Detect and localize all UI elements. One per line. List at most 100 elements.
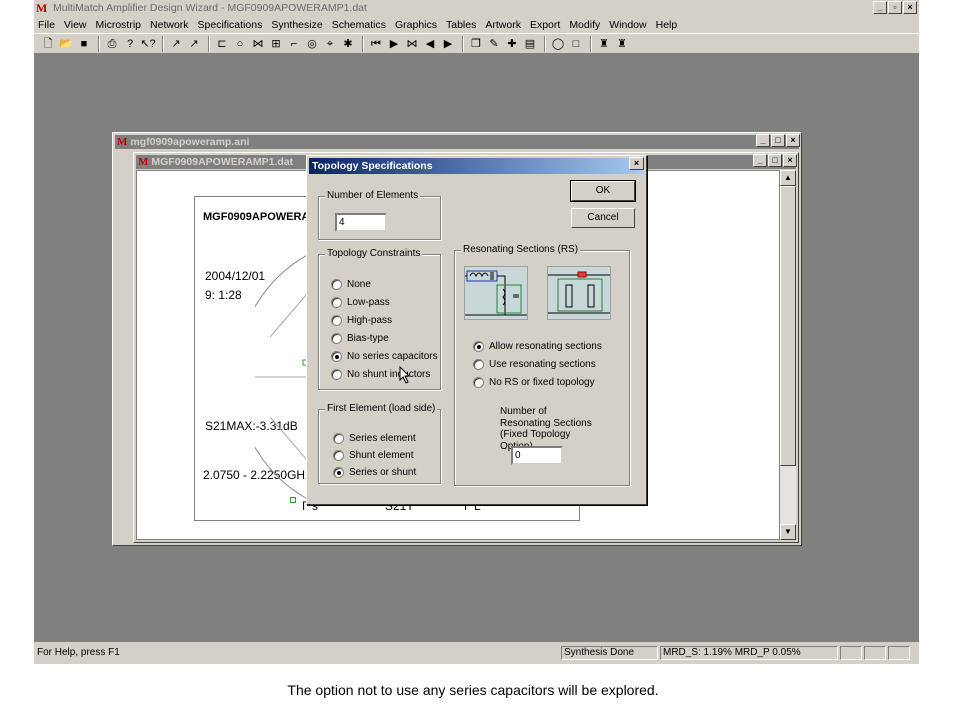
option-label: No shunt inductors (347, 369, 431, 380)
menu-help[interactable]: Help (656, 19, 678, 31)
maximize-button[interactable]: □ (768, 154, 782, 167)
menu-graphics[interactable]: Graphics (395, 19, 437, 31)
constraint-bias-type-radio[interactable]: Bias-type (331, 333, 389, 344)
fit-icon[interactable]: ⌖ (322, 36, 338, 52)
tune-icon[interactable]: ✱ (340, 36, 356, 52)
shunt-resonator-diagram-icon (547, 266, 611, 320)
option-label: Shunt element (349, 450, 414, 461)
status-pane (840, 646, 862, 660)
bowtie-icon[interactable]: ⋈ (404, 36, 420, 52)
use-resonating-sections-radio[interactable]: Use resonating sections (473, 359, 596, 370)
table-icon[interactable]: ▤ (522, 36, 538, 52)
close-button[interactable]: × (903, 1, 917, 14)
dialog-close-button[interactable]: × (629, 157, 644, 170)
scroll-down-icon[interactable]: ▼ (780, 524, 796, 540)
help-icon[interactable]: ? (122, 36, 138, 52)
minimize-button[interactable]: _ (873, 1, 887, 14)
option-label: Series element (349, 433, 416, 444)
maximize-button[interactable]: □ (771, 134, 785, 147)
context-help-icon[interactable]: ↖? (140, 36, 156, 52)
tool-b-icon[interactable]: ♜ (614, 36, 630, 52)
radio-indicator (473, 341, 484, 352)
vertical-scrollbar[interactable]: ▲ ▼ (780, 170, 796, 540)
option-label: Use resonating sections (489, 359, 596, 370)
menu-view[interactable]: View (64, 19, 87, 31)
first-series-element-radio[interactable]: Series element (333, 433, 416, 444)
first-series-or-shunt-radio[interactable]: Series or shunt (333, 467, 416, 478)
first-element-group: First Element (load side) Series element… (318, 403, 441, 484)
constraint-low-pass-radio[interactable]: Low-pass (331, 297, 390, 308)
circle-icon[interactable]: ○ (232, 36, 248, 52)
constraint-none-radio[interactable]: None (331, 279, 371, 290)
number-of-elements-input[interactable] (335, 213, 387, 232)
open-icon[interactable]: 📂 (58, 36, 74, 52)
ring-icon[interactable]: ◯ (550, 36, 566, 52)
menu-file[interactable]: File (38, 19, 55, 31)
radio-indicator (331, 351, 342, 362)
status-pane (864, 646, 886, 660)
dialog-title-bar[interactable]: Topology Specifications (309, 158, 644, 174)
resonating-count-input[interactable] (511, 446, 563, 465)
option-label: No RS or fixed topology (489, 377, 595, 388)
tree-icon[interactable]: ⊞ (268, 36, 284, 52)
scroll-up-icon[interactable]: ▲ (780, 170, 796, 186)
target-icon[interactable]: ◎ (304, 36, 320, 52)
first-shunt-element-radio[interactable]: Shunt element (333, 450, 414, 461)
status-metrics: MRD_S: 1.19% MRD_P 0.05% (660, 646, 838, 660)
resonating-sections-group: Resonating Sections (RS) Allow resonatin… (454, 244, 630, 486)
new-icon[interactable]: 🗋 (40, 36, 56, 52)
menu-microstrip[interactable]: Microstrip (96, 19, 142, 31)
no-rs-fixed-topology-radio[interactable]: No RS or fixed topology (473, 377, 595, 388)
constraint-high-pass-radio[interactable]: High-pass (331, 315, 392, 326)
save-icon[interactable]: ■ (76, 36, 92, 52)
square-icon[interactable]: □ (568, 36, 584, 52)
toolbar-separator (208, 35, 210, 52)
arrow-a-icon[interactable]: ↗ (168, 36, 184, 52)
prev-icon[interactable]: ◀ (422, 36, 438, 52)
menu-bar: File View Microstrip Network Specificati… (34, 16, 919, 33)
menu-specifications[interactable]: Specifications (198, 19, 263, 31)
constraint-no-shunt-inductors-radio[interactable]: No shunt inductors (331, 369, 430, 380)
toolbar-separator (162, 35, 164, 52)
restore-button[interactable]: ▫ (888, 1, 902, 14)
option-label: Allow resonating sections (489, 341, 602, 352)
close-button[interactable]: × (783, 154, 797, 167)
dialog-title: Topology Specifications (312, 160, 433, 172)
menu-network[interactable]: Network (150, 19, 189, 31)
constraint-no-series-capacitors-radio[interactable]: No series capacitors (331, 351, 438, 362)
allow-resonating-sections-radio[interactable]: Allow resonating sections (473, 341, 602, 352)
menu-schematics[interactable]: Schematics (332, 19, 386, 31)
option-label: Series or shunt (349, 467, 417, 478)
minimize-button[interactable]: _ (756, 134, 770, 147)
menu-modify[interactable]: Modify (569, 19, 600, 31)
network-icon[interactable]: ⋈ (250, 36, 266, 52)
tool-a-icon[interactable]: ♜ (596, 36, 612, 52)
first-element-label: First Element (load side) (325, 403, 438, 415)
topology-dialog: Topology Specifications × OK Cancel Numb… (306, 155, 647, 505)
ani-window-title-bar[interactable]: M mgf0909apoweramp.ani (115, 135, 799, 149)
play-icon[interactable]: ▶ (386, 36, 402, 52)
first-icon[interactable]: ⏮ (368, 36, 384, 52)
menu-export[interactable]: Export (530, 19, 560, 31)
next-icon[interactable]: ▶ (440, 36, 456, 52)
scroll-thumb[interactable] (780, 186, 796, 466)
menu-synthesize[interactable]: Synthesize (271, 19, 322, 31)
copy-icon[interactable]: ❐ (468, 36, 484, 52)
caption: The option not to use any series capacit… (287, 682, 659, 698)
app-title-bar: M MultiMatch Amplifier Design Wizard - M… (34, 0, 919, 16)
status-bar: For Help, press F1 Synthesis Done MRD_S:… (34, 643, 919, 663)
arrow-b-icon[interactable]: ↗ (186, 36, 202, 52)
component-icon[interactable]: ⊏ (214, 36, 230, 52)
close-button[interactable]: × (786, 134, 800, 147)
cancel-button[interactable]: Cancel (571, 208, 635, 228)
ok-button[interactable]: OK (570, 180, 636, 202)
plus-icon[interactable]: ✚ (504, 36, 520, 52)
menu-window[interactable]: Window (609, 19, 646, 31)
minimize-button[interactable]: _ (753, 154, 767, 167)
menu-artwork[interactable]: Artwork (485, 19, 521, 31)
print-icon[interactable]: ⎙ (104, 36, 120, 52)
pen-icon[interactable]: ✎ (486, 36, 502, 52)
menu-tables[interactable]: Tables (446, 19, 476, 31)
radio-indicator (331, 297, 342, 308)
step-icon[interactable]: ⌐ (286, 36, 302, 52)
